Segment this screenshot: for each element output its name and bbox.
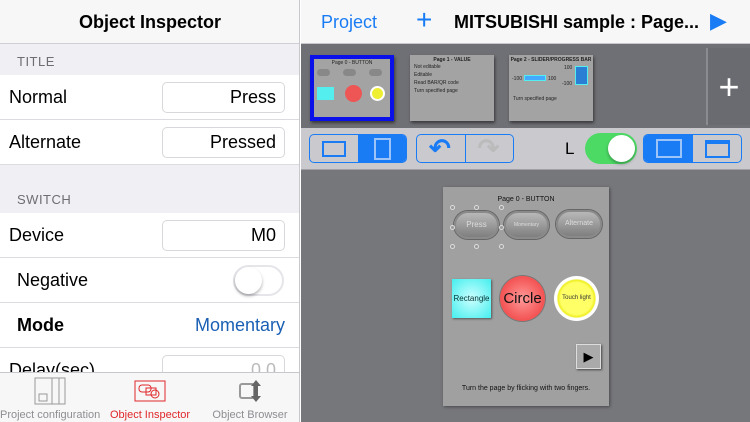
tab-label: Object Inspector — [109, 409, 191, 421]
page-thumbnail-strip: Page 0 - BUTTON Page 1 - VALUE Not edita… — [301, 44, 750, 128]
thumbnail-row: Turn specified page — [414, 88, 458, 94]
next-page-button[interactable]: ▶ — [576, 344, 601, 369]
tab-bar: Project configuration Object Inspector O… — [0, 372, 299, 422]
selection-handle[interactable] — [474, 244, 479, 249]
tab-label: Object Browser — [212, 409, 288, 421]
alternate-button[interactable]: Alternate — [556, 210, 602, 238]
device-row: Device M0 — [0, 213, 299, 258]
object-inspector-panel: Object Inspector TITLE Normal Press Alte… — [0, 0, 300, 422]
page-preview-title: Page 0 - BUTTON — [497, 196, 555, 203]
selection-handle[interactable] — [474, 205, 479, 210]
selection-handle[interactable] — [499, 225, 504, 230]
tab-project-configuration[interactable]: Project configuration — [0, 373, 100, 422]
thumbnail-row: Read BAR/QR code — [414, 80, 459, 86]
window-mode-button[interactable] — [693, 135, 741, 162]
normal-label: Normal — [9, 87, 68, 107]
negative-label: Negative — [17, 270, 89, 290]
thumbnail-page-0[interactable]: Page 0 - BUTTON — [310, 55, 394, 121]
page-title: MITSUBISHI sample : Page... — [454, 12, 700, 32]
slider-max-label: 100 — [548, 76, 557, 82]
thumbnail-row: Not editable — [414, 64, 441, 70]
redo-button[interactable]: ↷ — [466, 135, 514, 162]
window-icon — [705, 140, 730, 158]
thumbnail-page-1[interactable]: Page 1 - VALUE Not editable Editable Rea… — [410, 55, 494, 121]
normal-field[interactable]: Press — [162, 82, 285, 113]
fit-to-screen-button[interactable] — [644, 135, 693, 162]
circle-object[interactable]: Circle — [500, 276, 545, 321]
selection-handle[interactable] — [499, 244, 504, 249]
thumbnail-row: Turn specified page — [513, 96, 557, 102]
thumbnail-title: Page 0 - BUTTON — [331, 60, 373, 66]
inspector-title: Object Inspector — [0, 0, 299, 44]
mode-value[interactable]: Momentary — [195, 315, 285, 336]
project-back-button[interactable]: Project — [321, 12, 377, 33]
fit-icon — [656, 139, 682, 158]
mode-label: Mode — [17, 315, 64, 335]
tab-object-browser[interactable]: Object Browser — [200, 373, 299, 422]
play-button[interactable]: ▶ — [710, 8, 727, 34]
selection-handle[interactable] — [450, 205, 455, 210]
momentary-button[interactable]: Momentary — [504, 211, 549, 239]
thumbnail-page-2[interactable]: Page 2 - SLIDER/PROGRESS BAR -100 100 10… — [509, 55, 593, 121]
navigation-bar: Project + MITSUBISHI sample : Page... ▶ — [301, 0, 750, 44]
device-field[interactable]: M0 — [162, 220, 285, 251]
page-footer-hint: Turn the page by flicking with two finge… — [461, 385, 591, 392]
rectangle-object[interactable]: Rectangle — [452, 279, 491, 318]
negative-toggle[interactable] — [233, 265, 284, 296]
editor-toolbar: ↶ ↷ L — [301, 128, 750, 170]
landscape-orientation-button[interactable] — [310, 135, 359, 162]
layer-toggle[interactable] — [585, 133, 637, 164]
slider-min-label: -100 — [512, 76, 523, 82]
add-page-button[interactable]: + — [706, 48, 750, 125]
object-browser-icon — [239, 380, 261, 402]
selection-handle[interactable] — [450, 244, 455, 249]
touch-light-object[interactable]: Touch light — [554, 276, 599, 321]
press-button[interactable]: Press — [454, 211, 499, 239]
alternate-field[interactable]: Pressed — [162, 127, 285, 158]
undo-icon: ↶ — [429, 134, 451, 163]
negative-row: Negative — [0, 258, 299, 303]
page-preview: Page 0 - BUTTON Press Momentary Alternat… — [443, 187, 609, 406]
mode-row[interactable]: Mode Momentary — [0, 303, 299, 348]
thumbnail-row: Editable — [414, 72, 433, 78]
progress-max-label: 100 — [564, 65, 573, 71]
tab-label: Project configuration — [0, 409, 101, 421]
selection-handle[interactable] — [499, 205, 504, 210]
alternate-row: Alternate Pressed — [0, 120, 299, 165]
portrait-orientation-button[interactable] — [358, 135, 406, 162]
alternate-label: Alternate — [9, 132, 82, 152]
section-title-header: TITLE — [17, 54, 55, 69]
undo-button[interactable]: ↶ — [417, 135, 466, 162]
progress-min-label: -100 — [562, 81, 573, 87]
selection-handle[interactable] — [450, 225, 455, 230]
object-inspector-icon — [134, 380, 166, 402]
tab-object-inspector[interactable]: Object Inspector — [100, 373, 200, 422]
normal-row: Normal Press — [0, 75, 299, 120]
add-button[interactable]: + — [416, 4, 432, 36]
device-label: Device — [9, 225, 65, 245]
redo-icon: ↷ — [477, 134, 500, 163]
project-configuration-icon — [34, 377, 66, 405]
layer-label: L — [565, 139, 575, 158]
thumbnail-title: Page 2 - SLIDER/PROGRESS BAR — [510, 57, 592, 63]
section-switch-header: SWITCH — [17, 192, 72, 207]
